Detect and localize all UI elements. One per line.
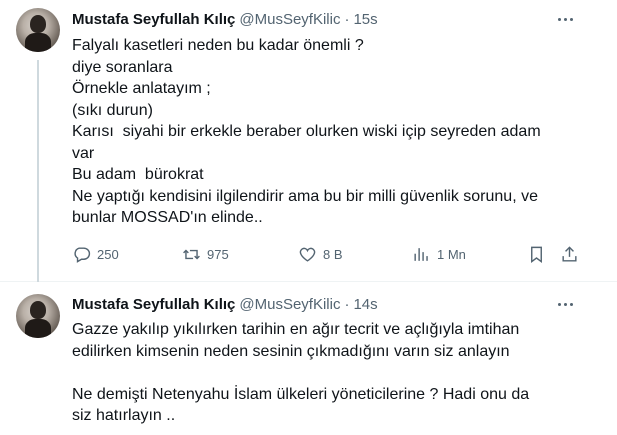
author-name[interactable]: Mustafa Seyfullah Kılıç	[72, 296, 235, 313]
tweet-line: Ne demişti Netenyahu İslam ülkeleri yöne…	[72, 385, 530, 403]
share-icon	[562, 245, 577, 262]
tweet-line: Falyalı kasetleri neden bu kadar önemli …	[72, 37, 364, 54]
tweet-text: Falyalı kasetleri neden bu kadar önemli …	[72, 35, 592, 229]
tweet-line: diye soranlara	[72, 58, 173, 76]
retweet-button[interactable]: 975	[182, 242, 229, 266]
retweet-count: 975	[207, 246, 229, 262]
reply-button[interactable]: 250	[72, 242, 119, 266]
views-button[interactable]: 1 Mn	[412, 242, 466, 266]
tweet-header: Mustafa Seyfullah Kılıç @MusSeyfKilic · …	[72, 294, 378, 314]
tweet-line: (sıkı durun)	[72, 101, 153, 119]
avatar[interactable]	[16, 294, 60, 338]
views-count: 1 Mn	[437, 246, 466, 262]
like-button[interactable]: 8 B	[298, 242, 343, 266]
tweet-line	[72, 362, 592, 384]
tweet-line: Örnekle anlatayım ;	[72, 80, 211, 97]
author-name[interactable]: Mustafa Seyfullah Kılıç	[72, 11, 235, 28]
reply-count: 250	[97, 246, 119, 262]
share-button[interactable]	[560, 242, 579, 266]
tweet-line: siz hatırlayın ..	[72, 407, 176, 424]
separator: ·	[344, 10, 350, 28]
bookmark-button[interactable]	[527, 242, 546, 266]
timestamp[interactable]: 15s	[353, 11, 377, 28]
tweet-line: Bu adam bürokrat	[72, 166, 204, 183]
tweet-line: edilirken kimsenin neden sesinin çıkmadı…	[72, 342, 510, 360]
timestamp[interactable]: 14s	[353, 296, 377, 313]
separator: ·	[344, 295, 350, 313]
tweet-header: Mustafa Seyfullah Kılıç @MusSeyfKilic · …	[72, 9, 378, 29]
tweet-line: var	[72, 144, 95, 162]
more-icon[interactable]	[555, 294, 575, 314]
like-count: 8 B	[323, 246, 343, 262]
author-handle[interactable]: @MusSeyfKilic	[239, 296, 340, 313]
thread-line	[37, 60, 39, 282]
tweet-line: bunlar MOSSAD'ın elinde..	[72, 209, 263, 226]
avatar[interactable]	[16, 8, 60, 52]
tweet-line: Karısı siyahi bir erkekle beraber olurke…	[72, 123, 541, 140]
reply-icon	[74, 246, 91, 263]
bookmark-icon	[531, 246, 542, 263]
heart-icon	[299, 247, 316, 262]
author-handle[interactable]: @MusSeyfKilic	[239, 11, 340, 28]
tweet[interactable]: Mustafa Seyfullah Kılıç @MusSeyfKilic · …	[0, 0, 617, 282]
tweet[interactable]: Mustafa Seyfullah Kılıç @MusSeyfKilic · …	[0, 282, 617, 435]
tweet-line: Ne yaptığı kendisini ilgilendirir ama bu…	[72, 187, 538, 205]
tweet-line: Gazze yakılıp yıkılırken tarihin en ağır…	[72, 321, 520, 338]
tweet-text: Gazze yakılıp yıkılırken tarihin en ağır…	[72, 319, 592, 427]
more-icon[interactable]	[555, 9, 575, 29]
views-icon	[414, 247, 428, 261]
retweet-icon	[183, 249, 200, 259]
tweet-actions: 250 975 8 B 1 Mn	[72, 242, 582, 266]
